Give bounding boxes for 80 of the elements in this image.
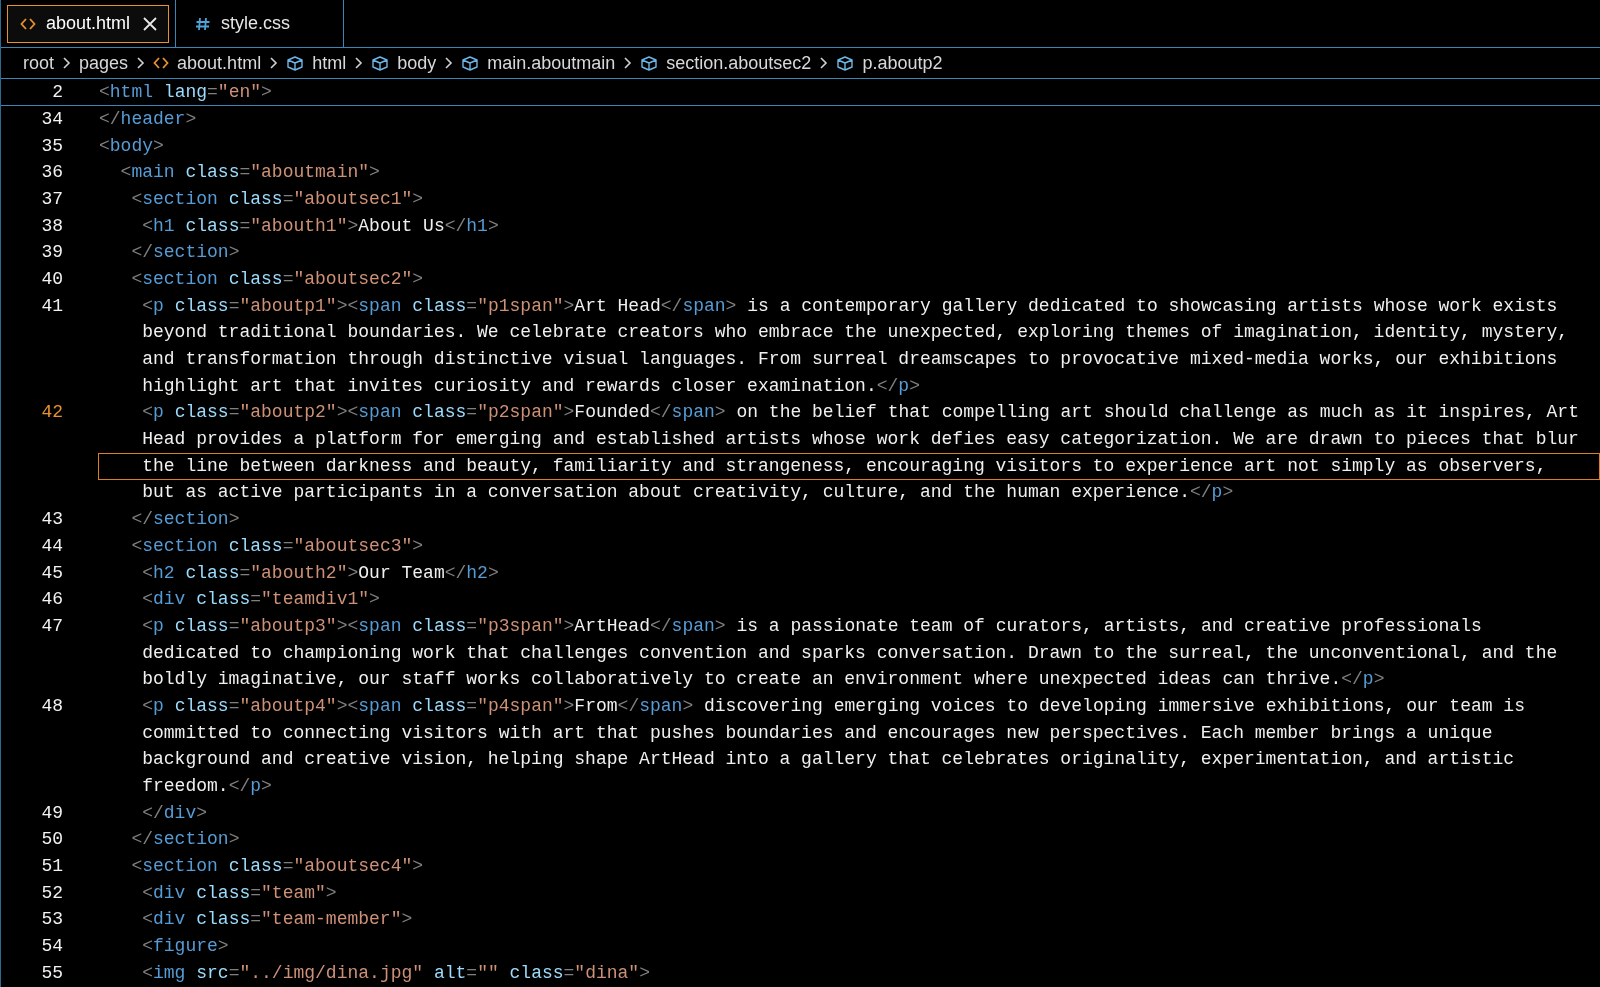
breadcrumb-item[interactable]: about.html (177, 49, 262, 77)
code-line: <div class="team"> (141, 881, 338, 905)
line-number: 41 (40, 294, 63, 318)
code-line: boldly imaginative, our staff works collaboratively to create an environment where unexpected ideas can thrive.</p> (141, 668, 1386, 692)
code-line: <h1 class="abouth1">About Us</h1> (141, 214, 500, 238)
code-line: <p class="aboutp4"><span class="p4span">From</span> discovering emerging voices to developing immersive exhibitions, our team is (141, 694, 1526, 718)
code-line: Head provides a platform for emerging and established artists whose work defies easy categorization. We are drawn to pieces that blur (141, 428, 1580, 452)
breadcrumb-item[interactable]: html (312, 49, 347, 77)
chevron-icon (354, 56, 364, 70)
line-number: 47 (40, 614, 63, 638)
code-line: <p class="aboutp2"><span class="p2span">Founded</span> on the belief that compelling art should challenge as much as it inspires, Art (141, 401, 1580, 425)
code-line: but as active participants in a conversation about creativity, culture, and the human experience.</p> (141, 481, 1235, 505)
cube-icon (836, 54, 855, 72)
line-number: 51 (40, 855, 63, 879)
line-number: 37 (40, 187, 63, 211)
code-line: <div class="teamdiv1"> (141, 588, 381, 612)
breadcrumb-item[interactable]: p.aboutp2 (862, 49, 943, 77)
line-number: 34 (40, 107, 63, 131)
cube-icon (286, 54, 305, 72)
cube-icon (371, 54, 390, 72)
code-line: <html lang="en"> (98, 80, 273, 104)
breadcrumb-item[interactable]: section.aboutsec2 (666, 49, 812, 77)
code-line: and transformation through distinctive visual languages. From surreal dreamscapes to provocative mixed-media works, our exhibitions (141, 348, 1559, 372)
cube-icon (461, 54, 480, 72)
chevron-icon (444, 56, 454, 70)
line-number: 42 (40, 401, 63, 425)
breadcrumb-item[interactable]: body (397, 49, 437, 77)
line-number: 43 (40, 508, 63, 532)
code-line: </section> (130, 508, 241, 532)
code-line: <div class="team-member"> (141, 908, 414, 932)
code-line: <p class="aboutp1"><span class="p1span">Art Head</span> is a contemporary gallery dedicated to showcasing artists whose work exists (141, 294, 1559, 318)
code-icon (153, 55, 170, 71)
code-line: <body> (98, 134, 165, 158)
code-line: </header> (98, 107, 198, 131)
editor-tab[interactable]: style.css (182, 4, 337, 43)
line-number: 52 (40, 881, 63, 905)
editor-tab[interactable]: about.html (7, 4, 169, 43)
line-number: 54 (40, 935, 63, 959)
breadcrumb-item[interactable]: main.aboutmain (487, 49, 616, 77)
line-number: 35 (40, 134, 63, 158)
code-line: </section> (130, 241, 241, 265)
code-line: <section class="aboutsec2"> (130, 267, 425, 291)
chevron-icon (62, 56, 72, 70)
code-line: beyond traditional boundaries. We celebrate creators who embrace the unexpected, exploring themes of imagination, identity, mystery, (141, 321, 1570, 345)
code-line: <p class="aboutp3"><span class="p3span">ArtHead</span> is a passionate team of curators, artists, and creative professionals (141, 614, 1483, 638)
code-line: background and creative vision, helping shape ArtHead into a gallery that celebrates originality, experimentation, and artistic (141, 748, 1516, 772)
line-number: 39 (40, 241, 63, 265)
line-number: 49 (40, 801, 63, 825)
code-line: freedom.</p> (141, 775, 273, 799)
cube-icon (640, 54, 659, 72)
line-number: 53 (40, 908, 63, 932)
line-number: 36 (40, 161, 63, 185)
code-line: committed to connecting visitors with art that pushes boundaries and encourages new perspectives. Each member brings a unique (141, 721, 1494, 745)
line-number: 38 (40, 214, 63, 238)
hash-icon (195, 15, 211, 32)
code-line: </div> (141, 801, 209, 825)
chevron-icon (819, 56, 829, 70)
line-number: 2 (51, 80, 63, 104)
line-number: 55 (40, 961, 63, 985)
code-line: <img src="../img/dina.jpg" alt="" class="dina"> (141, 961, 651, 985)
code-line: <main class="aboutmain"> (119, 161, 381, 185)
breadcrumb-item[interactable]: pages (79, 49, 129, 77)
code-line: <section class="aboutsec3"> (130, 534, 425, 558)
chevron-icon (269, 56, 279, 70)
breadcrumb-item[interactable]: root (23, 49, 55, 77)
line-number: 48 (40, 694, 63, 718)
code-line: <section class="aboutsec1"> (130, 187, 425, 211)
chevron-icon (136, 56, 146, 70)
code-line: <section class="aboutsec4"> (130, 855, 425, 879)
line-number: 46 (40, 588, 63, 612)
code-line: highlight art that invites curiosity and rewards closer examination.</p> (141, 374, 921, 398)
line-number: 44 (40, 534, 63, 558)
line-number: 40 (40, 267, 63, 291)
code-line: </section> (130, 828, 241, 852)
code-line: <figure> (141, 935, 230, 959)
chevron-icon (623, 56, 633, 70)
code-line: dedicated to championing work that challenges convention and sparks conversation. Drawn to the surreal, the unconventional, and the (141, 641, 1559, 665)
line-number: 50 (40, 828, 63, 852)
line-number: 45 (40, 561, 63, 585)
code-line: <h2 class="abouth2">Our Team</h2> (141, 561, 500, 585)
